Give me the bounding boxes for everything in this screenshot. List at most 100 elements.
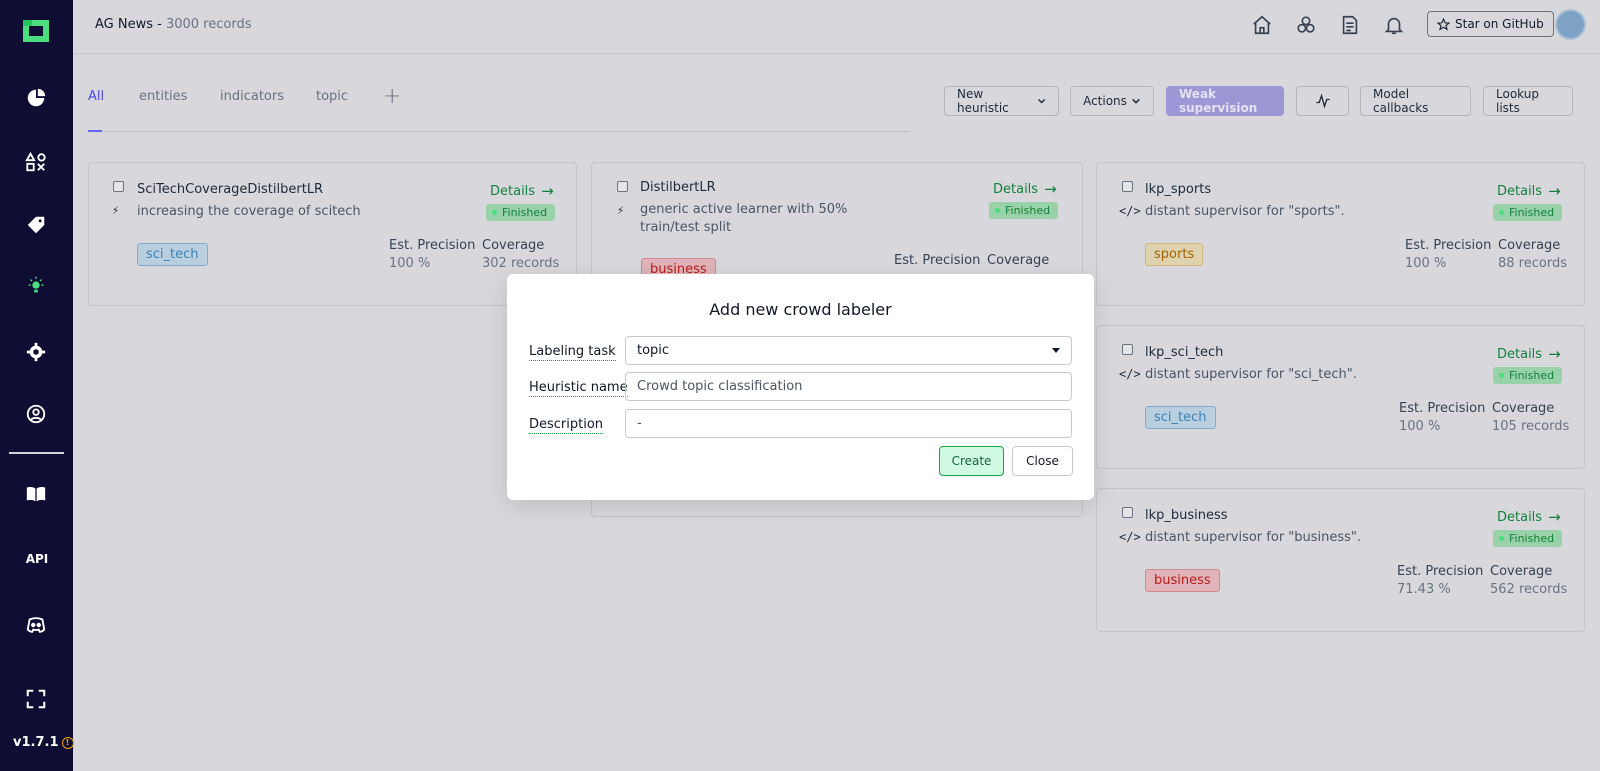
card-title: lkp_sci_tech bbox=[1145, 345, 1224, 360]
model-callbacks-button[interactable]: Model callbacks bbox=[1360, 86, 1471, 116]
home-icon[interactable] bbox=[1251, 14, 1275, 38]
tag-icon[interactable] bbox=[23, 212, 49, 238]
status-badge: Finished bbox=[1493, 367, 1563, 384]
card-title: lkp_business bbox=[1145, 508, 1228, 523]
tab-entities[interactable]: entities bbox=[139, 89, 187, 104]
precision-value: 100 % bbox=[1399, 419, 1441, 434]
precision-value: 100 % bbox=[389, 256, 431, 271]
precision-label: Est. Precision bbox=[894, 253, 981, 268]
details-link[interactable]: Details → bbox=[993, 180, 1057, 198]
add-tab-icon[interactable]: + bbox=[383, 84, 401, 109]
details-link[interactable]: Details → bbox=[1497, 182, 1561, 200]
avatar[interactable] bbox=[1555, 9, 1586, 40]
document-icon[interactable] bbox=[1339, 14, 1363, 38]
card-checkbox[interactable] bbox=[617, 181, 628, 192]
status-badge: Finished bbox=[1493, 530, 1563, 547]
card-checkbox[interactable] bbox=[1122, 344, 1133, 355]
tab-topic[interactable]: topic bbox=[316, 89, 348, 104]
waveform-icon bbox=[1315, 93, 1330, 109]
version-label: v1.7.1 ! bbox=[13, 735, 74, 750]
lightbulb-icon[interactable] bbox=[23, 273, 49, 299]
arrow-right-icon: → bbox=[1548, 508, 1561, 526]
heuristic-name-label: Heuristic name bbox=[529, 380, 628, 397]
fullscreen-icon[interactable] bbox=[23, 686, 49, 712]
code-icon: </> bbox=[1119, 367, 1141, 381]
details-link[interactable]: Details → bbox=[1497, 345, 1561, 363]
chevron-down-icon bbox=[1037, 98, 1045, 104]
card-description: increasing the coverage of scitech bbox=[137, 204, 361, 219]
card-title: SciTechCoverageDistilbertLR bbox=[137, 182, 324, 197]
logo-icon[interactable] bbox=[20, 17, 52, 45]
precision-value: 100 % bbox=[1405, 256, 1447, 271]
weak-supervision-button[interactable]: Weak supervision bbox=[1166, 86, 1284, 116]
waveform-button[interactable] bbox=[1296, 86, 1349, 116]
label-tag: sci_tech bbox=[137, 243, 208, 266]
close-button[interactable]: Close bbox=[1012, 446, 1073, 476]
pie-chart-icon[interactable] bbox=[23, 85, 49, 111]
coverage-label: Coverage bbox=[1490, 564, 1553, 579]
label-tag: sports bbox=[1145, 243, 1204, 266]
shapes-icon[interactable] bbox=[23, 149, 49, 175]
arrow-right-icon: → bbox=[1548, 182, 1561, 200]
modal-title: Add new crowd labeler bbox=[709, 300, 892, 319]
actions-button[interactable]: Actions bbox=[1070, 86, 1154, 116]
project-title: AG News - 3000 records bbox=[95, 17, 252, 32]
lookup-lists-button[interactable]: Lookup lists bbox=[1483, 86, 1573, 116]
card-title: lkp_sports bbox=[1145, 182, 1212, 197]
heuristic-card: lkp_sports Details → </> distant supervis… bbox=[1096, 162, 1585, 306]
coverage-value: 105 records bbox=[1492, 419, 1570, 434]
lightning-icon: ⚡ bbox=[617, 203, 625, 217]
status-badge: Finished bbox=[1493, 204, 1563, 221]
sidebar-divider bbox=[9, 452, 64, 454]
details-link[interactable]: Details → bbox=[490, 182, 554, 200]
precision-label: Est. Precision bbox=[389, 238, 476, 253]
description-input[interactable]: - bbox=[625, 409, 1072, 438]
heuristic-card: lkp_sci_tech Details → </> distant superv… bbox=[1096, 325, 1585, 469]
arrow-right-icon: → bbox=[541, 182, 554, 200]
card-checkbox[interactable] bbox=[113, 181, 124, 192]
labeling-task-select[interactable]: topic bbox=[625, 336, 1072, 365]
caret-down-icon bbox=[1052, 348, 1060, 353]
coverage-label: Coverage bbox=[1498, 238, 1561, 253]
lightning-icon: ⚡ bbox=[112, 203, 120, 217]
heuristic-tabs: All entities indicators topic + bbox=[88, 84, 910, 132]
gear-icon[interactable] bbox=[23, 339, 49, 365]
card-description: distant supervisor for "business". bbox=[1145, 530, 1362, 545]
labeling-task-label: Labeling task bbox=[529, 344, 616, 361]
card-checkbox[interactable] bbox=[1122, 181, 1133, 192]
card-checkbox[interactable] bbox=[1122, 507, 1133, 518]
coverage-label: Coverage bbox=[482, 238, 545, 253]
details-link[interactable]: Details → bbox=[1497, 508, 1561, 526]
coverage-label: Coverage bbox=[1492, 401, 1555, 416]
card-description: generic active learner with 50% train/tes… bbox=[640, 202, 848, 235]
new-heuristic-button[interactable]: New heuristic bbox=[944, 86, 1059, 116]
circles-icon[interactable] bbox=[1295, 14, 1319, 38]
create-button[interactable]: Create bbox=[939, 446, 1004, 476]
star-on-github-button[interactable]: Star on GitHub bbox=[1427, 11, 1554, 37]
api-link[interactable]: API bbox=[22, 552, 52, 566]
tab-indicators[interactable]: indicators bbox=[220, 89, 284, 104]
info-icon[interactable]: ! bbox=[61, 736, 74, 749]
arrow-right-icon: → bbox=[1548, 345, 1561, 363]
tab-all[interactable]: All bbox=[88, 89, 104, 104]
code-icon: </> bbox=[1119, 204, 1141, 218]
star-icon bbox=[1437, 17, 1450, 31]
arrow-right-icon: → bbox=[1044, 180, 1057, 198]
label-tag: business bbox=[1145, 569, 1220, 592]
coverage-value: 88 records bbox=[1498, 256, 1567, 271]
status-badge: Finished bbox=[486, 204, 556, 221]
description-label: Description bbox=[529, 417, 604, 434]
user-circle-icon[interactable] bbox=[23, 401, 49, 427]
coverage-value: 302 records bbox=[482, 256, 560, 271]
precision-label: Est. Precision bbox=[1405, 238, 1492, 253]
discord-icon[interactable] bbox=[23, 612, 49, 638]
card-description: distant supervisor for "sports". bbox=[1145, 204, 1345, 219]
precision-label: Est. Precision bbox=[1397, 564, 1484, 579]
bell-icon[interactable] bbox=[1383, 14, 1407, 38]
add-crowd-labeler-modal: Add new crowd labeler Labeling task topi… bbox=[507, 274, 1094, 500]
heuristic-name-input[interactable]: Crowd topic classification bbox=[625, 372, 1072, 401]
coverage-value: 562 records bbox=[1490, 582, 1568, 597]
sidebar: API v1.7.1 ! bbox=[0, 0, 74, 771]
active-tab-indicator bbox=[88, 130, 102, 132]
book-icon[interactable] bbox=[23, 481, 49, 507]
